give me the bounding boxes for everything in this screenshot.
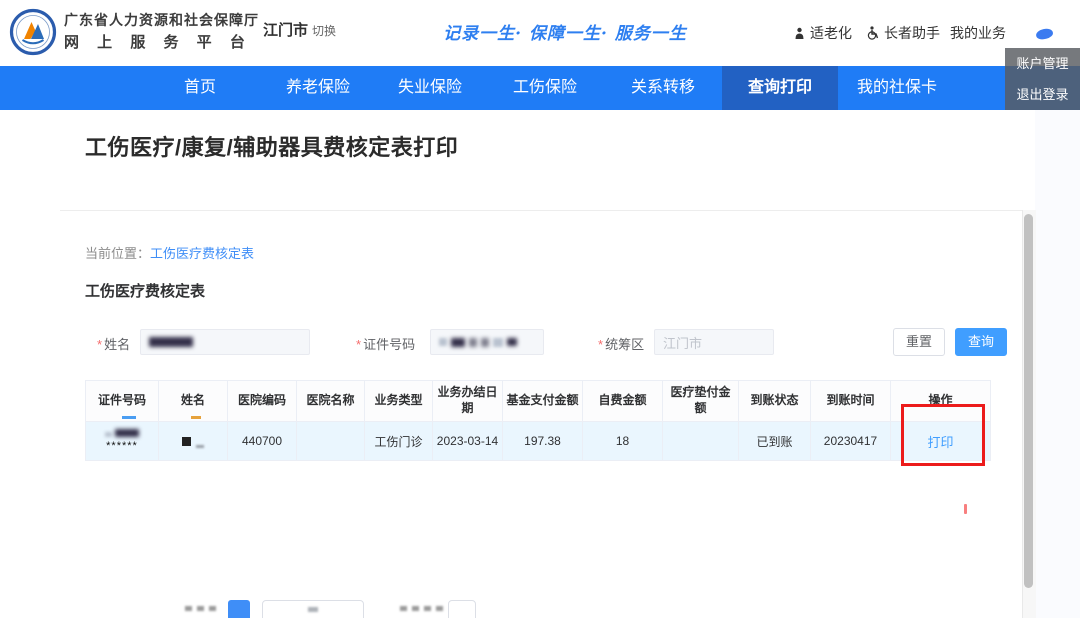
gov-logo-icon (9, 8, 57, 56)
col-name: 姓名 (159, 381, 228, 422)
pagination-page-1-button[interactable] (228, 600, 250, 618)
col-fund-pay: 基金支付金额 (503, 381, 583, 422)
col-arrive-status: 到账状态 (739, 381, 811, 422)
id-field-label: *证件号码 (356, 334, 415, 353)
cell-fund-pay: 197.38 (503, 422, 583, 461)
breadcrumb: 当前位置：工伤医疗费核定表 (85, 243, 254, 262)
page-size-text-sliver (308, 607, 318, 612)
scrollbar-thumb[interactable] (1024, 214, 1033, 588)
user-dropdown-menu: 账户管理 退出登录 (1005, 48, 1080, 110)
redacted-name-fragment (182, 437, 191, 446)
redacted-id-segment (481, 338, 489, 347)
org-title-line1: 广东省人力资源和社会保障厅 (64, 10, 259, 30)
my-business-link[interactable]: 我的业务 (950, 23, 1006, 43)
pagination-total-text-sliver (185, 606, 216, 611)
name-field-label: *姓名 (97, 334, 130, 353)
name-input[interactable] (140, 329, 310, 355)
section-title: 工伤医疗费核定表 (85, 280, 205, 301)
col-advance-pay: 医疗垫付金额 (663, 381, 739, 422)
cursor-artifact (964, 504, 967, 514)
nav-social-card[interactable]: 我的社保卡 (838, 66, 956, 110)
col-business-type: 业务类型 (365, 381, 433, 422)
portal-page: 广东省人力资源和社会保障厅 网 上 服 务 平 台 江门市 切换 记录一生· 保… (0, 0, 1080, 618)
required-mark: * (356, 337, 361, 352)
nav-pension[interactable]: 养老保险 (270, 66, 366, 110)
menu-account-management[interactable]: 账户管理 (1005, 48, 1080, 79)
result-table: 证件号码 姓名 医院编码 医院名称 业务类型 业务办结日期 基金支付金额 自费金… (85, 380, 991, 461)
breadcrumb-current-link[interactable]: 工伤医疗费核定表 (150, 246, 254, 261)
cell-advance-pay (663, 422, 739, 461)
elder-mode-icon (793, 27, 806, 40)
pagination-bar (185, 600, 476, 618)
redacted-name-fragment (196, 445, 204, 448)
nav-work-injury[interactable]: 工伤保险 (497, 66, 593, 110)
cell-arrive-time: 20230417 (811, 422, 891, 461)
table-row: ****** 440700 工伤门诊 2023-03-14 197.38 18 … (86, 422, 991, 461)
redaction-artifact (122, 416, 136, 419)
switch-city-link[interactable]: 切换 (312, 22, 336, 39)
redacted-id-fragment (115, 429, 139, 437)
redacted-name-value (149, 337, 193, 347)
card-top-border (60, 210, 1022, 211)
goto-page-input[interactable] (448, 600, 476, 618)
id-number-input[interactable] (430, 329, 544, 355)
table-header-row: 证件号码 姓名 医院编码 医院名称 业务类型 业务办结日期 基金支付金额 自费金… (86, 381, 991, 422)
cell-settle-date: 2023-03-14 (433, 422, 503, 461)
page-right-gutter (1035, 110, 1080, 618)
current-city: 江门市 (263, 19, 308, 40)
slogan-text: 记录一生· 保障一生· 服务一生 (425, 19, 705, 44)
top-header: 广东省人力资源和社会保障厅 网 上 服 务 平 台 江门市 切换 记录一生· 保… (0, 0, 1080, 66)
user-avatar-icon[interactable] (1035, 27, 1054, 40)
cell-name (159, 422, 228, 461)
breadcrumb-label: 当前位置： (85, 246, 150, 261)
main-nav: 首页 养老保险 失业保险 工伤保险 关系转移 查询打印 我的社保卡 (0, 66, 1080, 110)
page-title: 工伤医疗/康复/辅助器具费核定表打印 (85, 130, 458, 162)
redacted-id-segment (439, 338, 447, 346)
required-mark: * (97, 337, 102, 352)
menu-logout[interactable]: 退出登录 (1005, 79, 1080, 110)
cell-business-type: 工伤门诊 (365, 422, 433, 461)
redacted-id-fragment (105, 432, 112, 437)
redacted-id-segment (507, 338, 517, 346)
wheelchair-icon (866, 26, 880, 40)
col-hospital-code: 医院编码 (228, 381, 297, 422)
search-button[interactable]: 查询 (955, 328, 1007, 356)
elder-helper-link[interactable]: 长者助手 (866, 23, 940, 43)
required-mark: * (598, 337, 603, 352)
annotation-highlight-box (901, 404, 985, 466)
pagination-goto-text-sliver (400, 606, 443, 611)
org-title-line2: 网 上 服 务 平 台 (64, 31, 252, 52)
nav-transfer[interactable]: 关系转移 (615, 66, 711, 110)
col-hospital-name: 医院名称 (297, 381, 365, 422)
redaction-artifact (191, 416, 201, 419)
cell-id-number: ****** (86, 422, 159, 461)
col-settle-date: 业务办结日期 (433, 381, 503, 422)
region-input[interactable]: 江门市 (654, 329, 774, 355)
cell-hospital-code: 440700 (228, 422, 297, 461)
redacted-id-segment (451, 338, 465, 347)
page-size-select[interactable] (262, 600, 364, 618)
cell-hospital-name (297, 422, 365, 461)
col-id-number: 证件号码 (86, 381, 159, 422)
cell-self-pay: 18 (583, 422, 663, 461)
region-field-label: *统筹区 (598, 334, 644, 353)
nav-unemployment[interactable]: 失业保险 (382, 66, 478, 110)
elder-mode-link[interactable]: 适老化 (793, 23, 852, 43)
col-arrive-time: 到账时间 (811, 381, 891, 422)
redacted-id-segment (469, 338, 477, 347)
cell-arrive-status: 已到账 (739, 422, 811, 461)
col-self-pay: 自费金额 (583, 381, 663, 422)
redacted-id-segment (493, 338, 503, 347)
reset-button[interactable]: 重置 (893, 328, 945, 356)
nav-query-print[interactable]: 查询打印 (722, 66, 838, 110)
nav-home[interactable]: 首页 (165, 66, 235, 110)
